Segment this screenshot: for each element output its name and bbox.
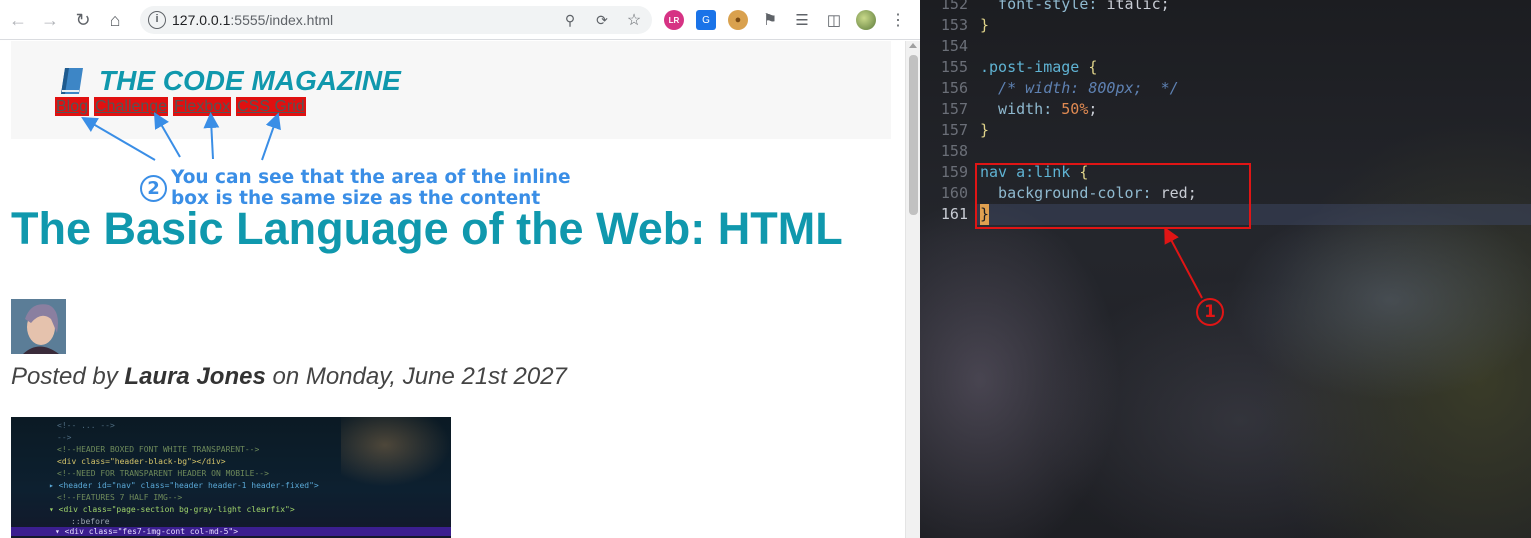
book-icon — [59, 66, 85, 96]
code-line[interactable]: .post-image { — [980, 57, 1097, 78]
home-icon[interactable]: ⌂ — [101, 6, 129, 34]
code-line[interactable]: font-style: italic; — [980, 0, 1170, 15]
line-number: 154 — [940, 37, 968, 55]
post-meta-prefix: Posted by — [11, 363, 125, 390]
kebab-menu-icon[interactable]: ⋮ — [888, 10, 908, 30]
nav-link-css-grid[interactable]: CSS Grid — [236, 97, 306, 116]
code-editor: 152 font-style: italic; 153 } 154 155 .p… — [920, 0, 1531, 538]
post-title: The Basic Language of the Web: HTML — [11, 203, 843, 254]
nav-link-blog[interactable]: Blog — [55, 97, 90, 116]
nav-link-challenge[interactable]: Challenge — [94, 97, 169, 116]
side-panel-icon[interactable]: ◫ — [824, 10, 844, 30]
post-author: Laura Jones — [124, 363, 266, 390]
site-logo: THE CODE MAGAZINE — [59, 65, 401, 97]
annotation-1-number: 1 — [1196, 298, 1224, 326]
highlight-box — [975, 163, 1251, 229]
line-number: 157 — [940, 121, 968, 139]
line-number: 159 — [940, 163, 968, 181]
line-number: 160 — [940, 184, 968, 202]
author-avatar — [11, 299, 66, 354]
nav-link-flexbox[interactable]: Flexbox — [173, 97, 232, 116]
cookie-extension-icon[interactable]: ● — [728, 10, 748, 30]
reload-icon[interactable]: ↻ — [69, 6, 97, 34]
scrollbar-thumb[interactable] — [909, 55, 918, 215]
back-icon[interactable]: ← — [4, 6, 32, 34]
lr-extension-label: LR — [668, 15, 680, 25]
site-nav: Blog Challenge Flexbox CSS Grid — [55, 97, 306, 116]
code-comment[interactable]: /* width: 800px; */ — [980, 78, 1179, 99]
line-number: 153 — [940, 16, 968, 34]
url-host: 127.0.0.1 — [172, 12, 231, 28]
page-viewport: THE CODE MAGAZINE Blog Challenge Flexbox… — [0, 41, 905, 538]
avatar[interactable] — [856, 10, 876, 30]
line-number: 152 — [940, 0, 968, 13]
line-number: 157 — [940, 100, 968, 118]
page-scrollbar[interactable] — [905, 41, 920, 538]
line-number: 155 — [940, 58, 968, 76]
zoom-icon[interactable]: ⚲ — [560, 10, 580, 30]
annotation-2-number: 2 — [140, 175, 167, 202]
line-number: 161 — [940, 205, 968, 223]
code-line[interactable]: width: 50%; — [980, 99, 1097, 120]
puzzle-icon[interactable]: ⚑ — [760, 10, 780, 30]
lr-extension-icon[interactable]: LR — [664, 10, 684, 30]
browser-toolbar: ← → ↻ ⌂ i 127.0.0.1:5555/index.html ⚲ ⟳ … — [0, 0, 920, 40]
reading-list-icon[interactable]: ☰ — [792, 10, 812, 30]
url-path: :5555/index.html — [230, 12, 334, 28]
site-title: THE CODE MAGAZINE — [99, 65, 401, 96]
scroll-up-arrow-icon[interactable] — [909, 43, 917, 48]
site-header: THE CODE MAGAZINE Blog Challenge Flexbox… — [11, 41, 891, 139]
line-number: 156 — [940, 79, 968, 97]
star-icon[interactable]: ☆ — [624, 10, 644, 30]
forward-icon[interactable]: → — [36, 6, 64, 34]
browser-window: ← → ↻ ⌂ i 127.0.0.1:5555/index.html ⚲ ⟳ … — [0, 0, 920, 538]
url-text[interactable]: 127.0.0.1:5555/index.html — [172, 12, 333, 28]
info-icon[interactable]: i — [148, 11, 166, 29]
line-number: 158 — [940, 142, 968, 160]
post-meta-date: on Monday, June 21st 2027 — [265, 363, 567, 390]
share-icon[interactable]: ⟳ — [592, 10, 612, 30]
post-meta: Posted by Laura Jones on Monday, June 21… — [11, 363, 567, 391]
translate-extension-icon[interactable]: G — [696, 10, 716, 30]
code-line[interactable]: } — [980, 120, 989, 141]
post-image: <!-- ... --> --> <!--HEADER BOXED FONT W… — [11, 417, 451, 538]
code-line[interactable]: } — [980, 15, 989, 36]
address-bar[interactable]: i 127.0.0.1:5555/index.html ⚲ ⟳ ☆ — [140, 6, 652, 34]
